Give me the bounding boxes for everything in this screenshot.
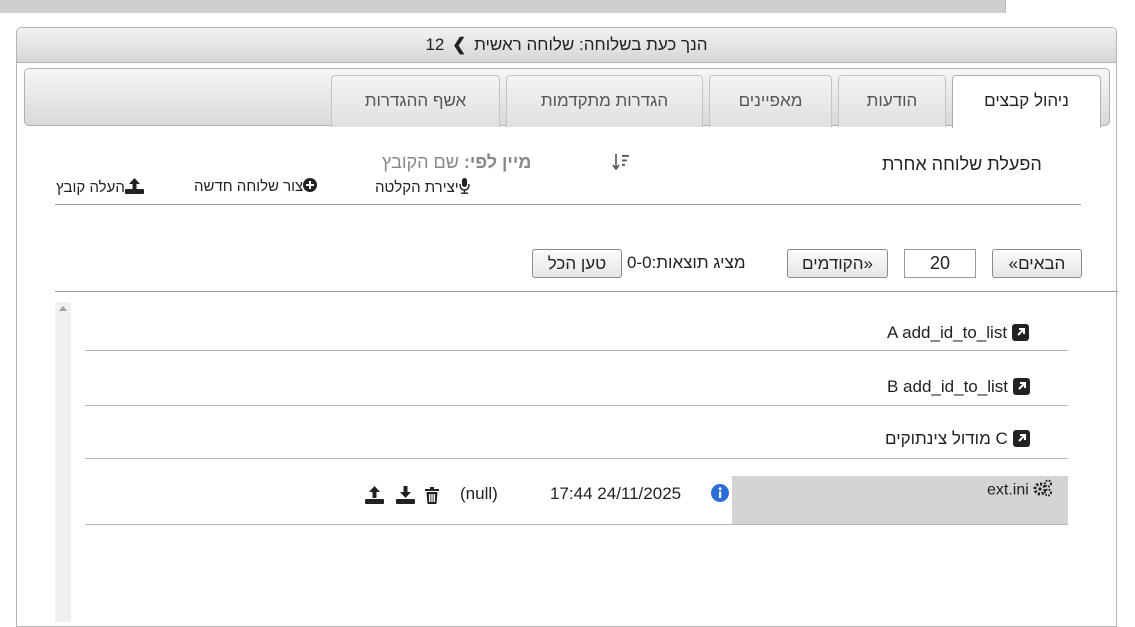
row-divider: [85, 524, 1068, 525]
delete-icon[interactable]: [425, 487, 439, 509]
list-item[interactable]: A add_id_to_list: [887, 323, 1029, 343]
upload-icon[interactable]: [365, 486, 384, 509]
list-item-label: B add_id_to_list: [887, 377, 1008, 396]
tab-advanced-settings[interactable]: הגדרות מתקדמות: [506, 75, 703, 127]
scrollbar[interactable]: [55, 302, 71, 622]
chevron-icon: ❯: [452, 35, 467, 54]
file-name-label: ext.ini: [987, 481, 1029, 499]
tab-file-management[interactable]: ניהול קבצים: [952, 75, 1101, 128]
sort-by[interactable]: מיין לפי: שם הקובץ: [382, 152, 531, 173]
plus-circle-icon: [303, 178, 318, 196]
settings-cogs-icon: [1033, 479, 1053, 502]
load-all-button[interactable]: טען הכל: [532, 249, 622, 278]
sort-value: שם הקובץ: [382, 152, 459, 172]
microphone-icon: [458, 178, 470, 198]
info-icon[interactable]: [711, 484, 729, 507]
list-item-label: C מודול צינתוקים: [885, 429, 1008, 448]
file-name[interactable]: ext.ini: [987, 479, 1053, 502]
browser-top-bar: [0, 0, 1005, 13]
sort-label: מיין לפי: [469, 152, 532, 172]
scroll-up-arrow-icon[interactable]: [59, 306, 67, 311]
tab-bar: ניהול קבצים הודעות מאפיינים הגדרות מתקדמ…: [24, 68, 1110, 128]
create-recording-label: יצירת הקלטה: [375, 178, 459, 196]
row-divider: [85, 405, 1068, 406]
breadcrumb-branch[interactable]: שלוחה ראשית: [474, 35, 574, 54]
row-divider: [85, 458, 1068, 459]
breadcrumb-number: 12: [425, 35, 445, 54]
browser-top-bar-right: [1005, 0, 1135, 13]
upload-file-button[interactable]: העלה קובץ: [56, 178, 144, 198]
external-link-icon: [1012, 378, 1030, 395]
breadcrumb-prefix: הנך כעת בשלוחה:: [579, 35, 708, 54]
page-size-input[interactable]: 20: [904, 249, 976, 278]
row-divider: [85, 350, 1068, 351]
new-branch-button[interactable]: צור שלוחה חדשה: [194, 178, 318, 196]
tab-messages[interactable]: הודעות: [838, 75, 946, 127]
tab-properties[interactable]: מאפיינים: [709, 75, 832, 127]
results-count: מציג תוצאות:0-0: [627, 253, 746, 272]
toolbar-divider: [55, 204, 1081, 205]
main-panel: הנך כעת בשלוחה: שלוחה ראשית ❯ 12 ניהול ק…: [16, 27, 1118, 627]
file-value: (null): [460, 484, 498, 503]
breadcrumb: הנך כעת בשלוחה: שלוחה ראשית ❯ 12: [17, 28, 1116, 63]
file-datetime: 17:44 24/11/2025: [550, 484, 681, 504]
create-recording-button[interactable]: יצירת הקלטה: [375, 178, 470, 198]
file-date: 24/11/2025: [597, 484, 682, 503]
tab-settings-wizard[interactable]: אשף ההגדרות: [331, 75, 500, 127]
external-link-icon: [1011, 324, 1029, 341]
next-page-button[interactable]: «הבאים: [992, 249, 1082, 278]
sort-direction-icon[interactable]: [612, 152, 630, 177]
list-top-divider: [55, 291, 1118, 292]
download-icon[interactable]: [396, 486, 415, 509]
upload-file-label: העלה קובץ: [56, 178, 125, 196]
list-item[interactable]: C מודול צינתוקים: [885, 429, 1030, 449]
list-item[interactable]: B add_id_to_list: [887, 377, 1030, 397]
list-item-label: A add_id_to_list: [887, 323, 1008, 342]
upload-icon: [124, 178, 144, 198]
external-link-icon: [1012, 430, 1030, 447]
prev-page-button[interactable]: הקודמים»: [787, 249, 888, 278]
activate-other-branch-link[interactable]: הפעלת שלוחה אחרת: [882, 154, 1042, 175]
file-time: 17:44: [550, 484, 593, 503]
new-branch-label: צור שלוחה חדשה: [194, 178, 304, 195]
